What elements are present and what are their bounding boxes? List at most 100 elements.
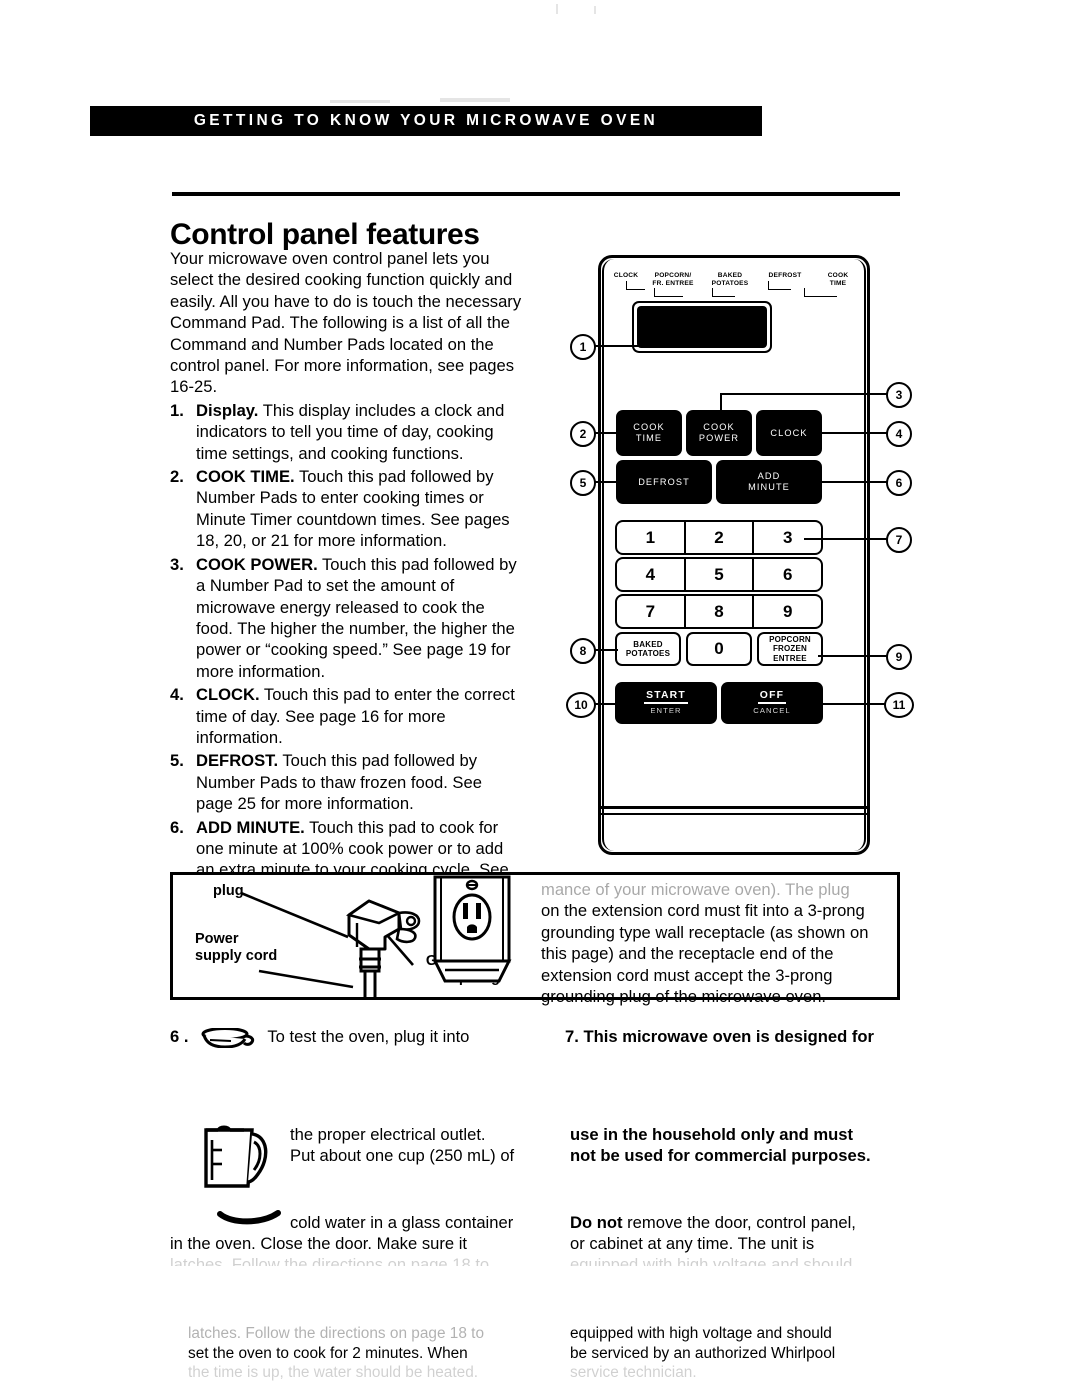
panel-door-seam-secondary xyxy=(601,813,867,815)
warning-lead: Do not xyxy=(570,1213,623,1232)
pad-defrost[interactable]: DEFROST xyxy=(616,460,712,504)
plug-artwork xyxy=(240,875,512,997)
step-6-continued-a: the proper electrical outlet. Put about … xyxy=(290,1124,530,1167)
number-key-1[interactable]: 1 xyxy=(617,522,686,553)
bottom-line-6: latches. Follow the directions on page 1… xyxy=(188,1325,485,1342)
callout-leader-4 xyxy=(818,432,888,434)
warning-paragraph: Do not remove the door, control panel, o… xyxy=(570,1212,930,1255)
water-surface-mark xyxy=(217,1210,281,1225)
callout-5: 5 xyxy=(570,470,596,496)
feature-lead: CLOCK. xyxy=(196,685,260,705)
pad-clock[interactable]: CLOCK xyxy=(756,410,822,456)
scan-artifact-header xyxy=(330,100,390,103)
display-glass xyxy=(637,306,767,348)
grounding-text-body: on the extension cord must fit into a 3-… xyxy=(541,901,869,1007)
pad-zero[interactable]: 0 xyxy=(686,632,752,666)
callout-leader-7 xyxy=(804,538,888,540)
feature-item-2: 2. COOK TIME. Touch this pad followed by … xyxy=(170,466,522,552)
feature-item-3: 3. COOK POWER. Touch this pad followed by… xyxy=(170,554,522,682)
feature-lead: COOK POWER. xyxy=(196,554,318,574)
step-6-first-line: 6 . To test the oven, plug it into xyxy=(170,1026,530,1048)
section-header-label: GETTING TO KNOW YOUR MICROWAVE OVEN xyxy=(193,112,659,129)
indicator-tick-defrost xyxy=(768,281,791,290)
callout-leader-3 xyxy=(720,393,888,395)
callout-6: 6 xyxy=(886,470,912,496)
grounding-plug-figure: plug Power supply cord Grounding prong xyxy=(170,872,900,1006)
step-7-line-1: This microwave oven is designed for xyxy=(583,1027,874,1046)
pad-cook-power[interactable]: COOK POWER xyxy=(686,410,752,456)
title-divider xyxy=(172,192,900,196)
step-6-line-2: the proper electrical outlet. xyxy=(290,1125,486,1144)
pad-add-minute[interactable]: ADD MINUTE xyxy=(716,460,822,504)
callout-leader-11 xyxy=(818,703,888,705)
pad-baked-potatoes[interactable]: BAKED POTATOES xyxy=(615,632,681,666)
indicator-cook-time: COOK TIME xyxy=(827,272,849,287)
display-indicator-labels: CLOCK POPCORN/ FR. ENTREE BAKED POTATOES… xyxy=(608,272,864,300)
step-7-line-2: use in the household only and must xyxy=(570,1125,854,1144)
step-6-line-6-ghost: latches. Follow the directions on page 1… xyxy=(170,1255,490,1266)
feature-lead: COOK TIME. xyxy=(196,467,295,487)
display-window xyxy=(632,301,772,353)
scan-artifact-top xyxy=(556,4,558,14)
callout-leader-6 xyxy=(818,481,888,483)
section-header-bar: GETTING TO KNOW YOUR MICROWAVE OVEN xyxy=(90,106,762,136)
bottom-warn-line-4: be serviced by an authorized Whirlpool xyxy=(570,1344,836,1362)
warning-clipped-line: equipped with high voltage and should xyxy=(570,1254,930,1266)
step-6-number: 6 . xyxy=(170,1027,189,1046)
indicator-tick-cook-time xyxy=(804,288,837,297)
callout-8: 8 xyxy=(570,638,596,664)
bottom-warn-line-5: service technician. xyxy=(570,1364,697,1382)
intro-paragraph: Your microwave oven control panel lets y… xyxy=(170,249,522,397)
callout-9: 9 xyxy=(886,644,912,670)
step-7-line-3: not be used for commercial purposes. xyxy=(570,1146,871,1166)
step-6-line-4: cold water in a glass container xyxy=(290,1213,514,1232)
callout-leader-1 xyxy=(590,345,640,347)
indicator-popcorn-fr-entree: POPCORN/ FR. ENTREE xyxy=(652,272,694,287)
indicator-baked-potatoes: BAKED POTATOES xyxy=(711,272,749,287)
bottom-line-7: set the oven to cook for 2 minutes. When xyxy=(188,1344,468,1362)
step-7-first-line: 7. This microwave oven is designed for xyxy=(565,1026,935,1047)
scan-artifact-header-2 xyxy=(440,98,510,102)
callout-leader-9 xyxy=(818,655,888,657)
feature-lead: Display. xyxy=(196,400,259,420)
callout-2: 2 xyxy=(570,421,596,447)
number-key-8[interactable]: 8 xyxy=(686,596,755,627)
number-key-6[interactable]: 6 xyxy=(754,559,821,590)
callout-10: 10 xyxy=(566,692,596,718)
feature-lead: DEFROST. xyxy=(196,751,279,771)
step-6-line-3: Put about one cup (250 mL) of xyxy=(290,1146,515,1166)
control-panel-illustration: CLOCK POPCORN/ FR. ENTREE BAKED POTATOES… xyxy=(560,250,920,860)
pad-off-cancel[interactable]: OFF CANCEL xyxy=(721,682,823,724)
start-label: START xyxy=(644,690,688,704)
bottom-line-8: the time is up, the water should be heat… xyxy=(188,1364,479,1382)
measuring-cup-icon xyxy=(204,1125,268,1188)
panel-door-seam xyxy=(601,806,867,809)
callout-7: 7 xyxy=(886,527,912,553)
number-key-7[interactable]: 7 xyxy=(617,596,686,627)
warning-line-3-ghost: equipped with high voltage and should xyxy=(570,1255,853,1266)
feature-number: 2. xyxy=(170,467,184,487)
feature-list-column: Your microwave oven control panel lets y… xyxy=(170,248,522,902)
number-key-5[interactable]: 5 xyxy=(686,559,755,590)
feature-number: 3. xyxy=(170,554,184,574)
feature-number: 4. xyxy=(170,685,184,705)
number-key-4[interactable]: 4 xyxy=(617,559,686,590)
step-6-clipped-line: latches. Follow the directions on page 1… xyxy=(170,1254,530,1266)
indicator-tick-baked xyxy=(712,288,735,297)
feature-item-4: 4. CLOCK. Touch this pad to enter the cor… xyxy=(170,684,522,748)
number-key-2[interactable]: 2 xyxy=(686,522,755,553)
feature-lead: ADD MINUTE. xyxy=(196,817,305,837)
bowl-icon xyxy=(201,1027,255,1048)
pad-start-enter[interactable]: START ENTER xyxy=(615,682,717,724)
step-7-number: 7. xyxy=(565,1027,579,1046)
number-key-9[interactable]: 9 xyxy=(754,596,821,627)
callout-4: 4 xyxy=(886,421,912,447)
warning-line-1: remove the door, control panel, xyxy=(622,1213,856,1232)
pad-popcorn-frozen-entree[interactable]: POPCORN FROZEN ENTREE xyxy=(757,632,823,666)
bottom-warn-line-3: equipped with high voltage and should xyxy=(570,1325,832,1342)
pad-cook-time[interactable]: COOK TIME xyxy=(616,410,682,456)
callout-11: 11 xyxy=(884,692,914,718)
callout-1: 1 xyxy=(570,334,596,360)
step-6-line-5: in the oven. Close the door. Make sure i… xyxy=(170,1234,468,1253)
callout-leader-3-vert xyxy=(720,393,722,412)
